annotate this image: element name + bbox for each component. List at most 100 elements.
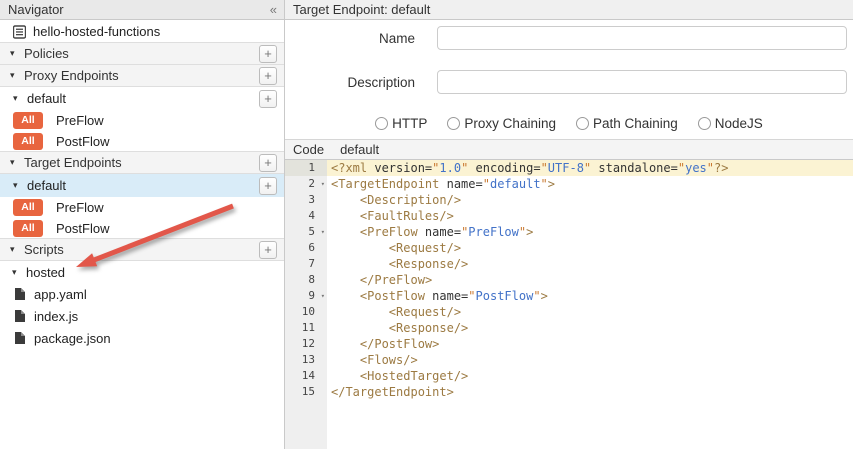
code-line-4[interactable]: <FaultRules/>	[327, 208, 853, 224]
code-line-11[interactable]: <Response/>	[327, 320, 853, 336]
code-line-12[interactable]: </PostFlow>	[327, 336, 853, 352]
line-number: 8	[285, 272, 327, 288]
line-number: 6	[285, 240, 327, 256]
row-label: hosted	[26, 265, 65, 280]
row-label: Policies	[24, 46, 69, 61]
sidebar-section-scripts[interactable]: ▾Scripts+	[0, 238, 284, 261]
sidebar-proxy-file-hello-hosted-functions[interactable]: hello-hosted-functions	[0, 20, 284, 43]
sidebar-flow-preflow[interactable]: AllPreFlow	[0, 110, 284, 131]
line-number: 11	[285, 320, 327, 336]
row-label: package.json	[34, 331, 111, 346]
line-number: 9▾	[285, 288, 327, 304]
disclosure-triangle-icon[interactable]: ▾	[10, 244, 24, 255]
code-line-13[interactable]: <Flows/>	[327, 352, 853, 368]
line-number: 13	[285, 352, 327, 368]
line-number: 10	[285, 304, 327, 320]
line-number: 2▾	[285, 176, 327, 192]
line-number-gutter: 12▾345▾6789▾101112131415	[285, 160, 327, 449]
row-label: default	[27, 178, 66, 193]
add-button[interactable]: +	[259, 45, 277, 63]
disclosure-triangle-icon[interactable]: ▾	[10, 48, 24, 59]
radio-path-chaining[interactable]: Path Chaining	[576, 116, 678, 131]
code-line-9[interactable]: <PostFlow name="PostFlow">	[327, 288, 853, 304]
code-line-14[interactable]: <HostedTarget/>	[327, 368, 853, 384]
code-line-15[interactable]: </TargetEndpoint>	[327, 384, 853, 400]
code-line-6[interactable]: <Request/>	[327, 240, 853, 256]
sidebar-flow-postflow[interactable]: AllPostFlow	[0, 218, 284, 239]
radio-nodejs-circle[interactable]	[698, 117, 711, 130]
xml-code-editor[interactable]: 12▾345▾6789▾101112131415 <?xml version="…	[285, 160, 853, 449]
line-number: 14	[285, 368, 327, 384]
code-line-3[interactable]: <Description/>	[327, 192, 853, 208]
line-number: 4	[285, 208, 327, 224]
add-button[interactable]: +	[259, 177, 277, 195]
collapse-sidebar-icon[interactable]: «	[270, 2, 276, 17]
name-row: Name	[285, 26, 853, 50]
row-label: Proxy Endpoints	[24, 68, 119, 83]
description-label: Description	[285, 75, 415, 90]
file-icon	[14, 331, 27, 345]
line-number: 15	[285, 384, 327, 400]
condition-badge: All	[13, 220, 43, 237]
disclosure-triangle-icon[interactable]: ▾	[12, 267, 26, 278]
code-line-2[interactable]: <TargetEndpoint name="default">	[327, 176, 853, 192]
add-button[interactable]: +	[259, 90, 277, 108]
disclosure-triangle-icon[interactable]: ▾	[13, 93, 27, 104]
radio-proxy-chaining-circle[interactable]	[447, 117, 460, 130]
disclosure-triangle-icon[interactable]: ▾	[10, 70, 24, 81]
row-label: index.js	[34, 309, 78, 324]
radio-path-chaining-circle[interactable]	[576, 117, 589, 130]
condition-badge: All	[13, 112, 43, 129]
sidebar-flow-preflow[interactable]: AllPreFlow	[0, 197, 284, 218]
code-line-7[interactable]: <Response/>	[327, 256, 853, 272]
radio-nodejs[interactable]: NodeJS	[698, 116, 763, 131]
file-icon	[14, 287, 27, 301]
sidebar-flow-postflow[interactable]: AllPostFlow	[0, 131, 284, 152]
code-file-name: default	[340, 142, 379, 157]
sidebar-file-package-json[interactable]: package.json	[0, 327, 284, 349]
code-panel-header: Code default	[285, 139, 853, 160]
row-label: PostFlow	[56, 134, 109, 149]
radio-http-circle[interactable]	[375, 117, 388, 130]
code-line-1[interactable]: <?xml version="1.0" encoding="UTF-8" sta…	[327, 160, 853, 176]
navigator-title: Navigator	[8, 2, 270, 17]
sidebar-folder-hosted[interactable]: ▾hosted	[0, 261, 284, 283]
name-input[interactable]	[437, 26, 847, 50]
row-label: app.yaml	[34, 287, 87, 302]
sidebar-node-default[interactable]: ▾default +	[0, 174, 284, 197]
description-input[interactable]	[437, 70, 847, 94]
radio-proxy-chaining[interactable]: Proxy Chaining	[447, 116, 556, 131]
sidebar-section-policies[interactable]: ▾Policies +	[0, 42, 284, 65]
navigator-tree: hello-hosted-functions▾Policies+▾Proxy E…	[0, 20, 284, 349]
row-label: default	[27, 91, 66, 106]
sidebar-section-proxy-endpoints[interactable]: ▾Proxy Endpoints +	[0, 64, 284, 87]
code-line-8[interactable]: </PreFlow>	[327, 272, 853, 288]
navigator-sidebar: Navigator « hello-hosted-functions▾Polic…	[0, 0, 285, 449]
line-number: 5▾	[285, 224, 327, 240]
sidebar-file-index-js[interactable]: index.js	[0, 305, 284, 327]
line-number: 1	[285, 160, 327, 176]
fold-toggle-icon[interactable]: ▾	[321, 176, 325, 192]
disclosure-triangle-icon[interactable]: ▾	[10, 157, 24, 168]
add-button[interactable]: +	[259, 154, 277, 172]
code-content[interactable]: <?xml version="1.0" encoding="UTF-8" sta…	[327, 160, 853, 449]
add-button[interactable]: +	[259, 241, 277, 259]
radio-http[interactable]: HTTP	[375, 116, 427, 131]
add-button[interactable]: +	[259, 67, 277, 85]
sidebar-section-target-endpoints[interactable]: ▾Target Endpoints+	[0, 151, 284, 174]
code-line-10[interactable]: <Request/>	[327, 304, 853, 320]
line-number: 12	[285, 336, 327, 352]
navigator-header: Navigator «	[0, 0, 284, 20]
line-number: 7	[285, 256, 327, 272]
apigee-proxy-editor: Navigator « hello-hosted-functions▾Polic…	[0, 0, 853, 449]
sidebar-node-default[interactable]: ▾default +	[0, 87, 284, 110]
row-label: PreFlow	[56, 200, 104, 215]
code-tab-label: Code	[293, 142, 324, 157]
code-line-5[interactable]: <PreFlow name="PreFlow">	[327, 224, 853, 240]
fold-toggle-icon[interactable]: ▾	[321, 288, 325, 304]
file-icon	[14, 309, 27, 323]
disclosure-triangle-icon[interactable]: ▾	[13, 180, 27, 191]
fold-toggle-icon[interactable]: ▾	[321, 224, 325, 240]
sidebar-file-app-yaml[interactable]: app.yaml	[0, 283, 284, 305]
line-number: 3	[285, 192, 327, 208]
